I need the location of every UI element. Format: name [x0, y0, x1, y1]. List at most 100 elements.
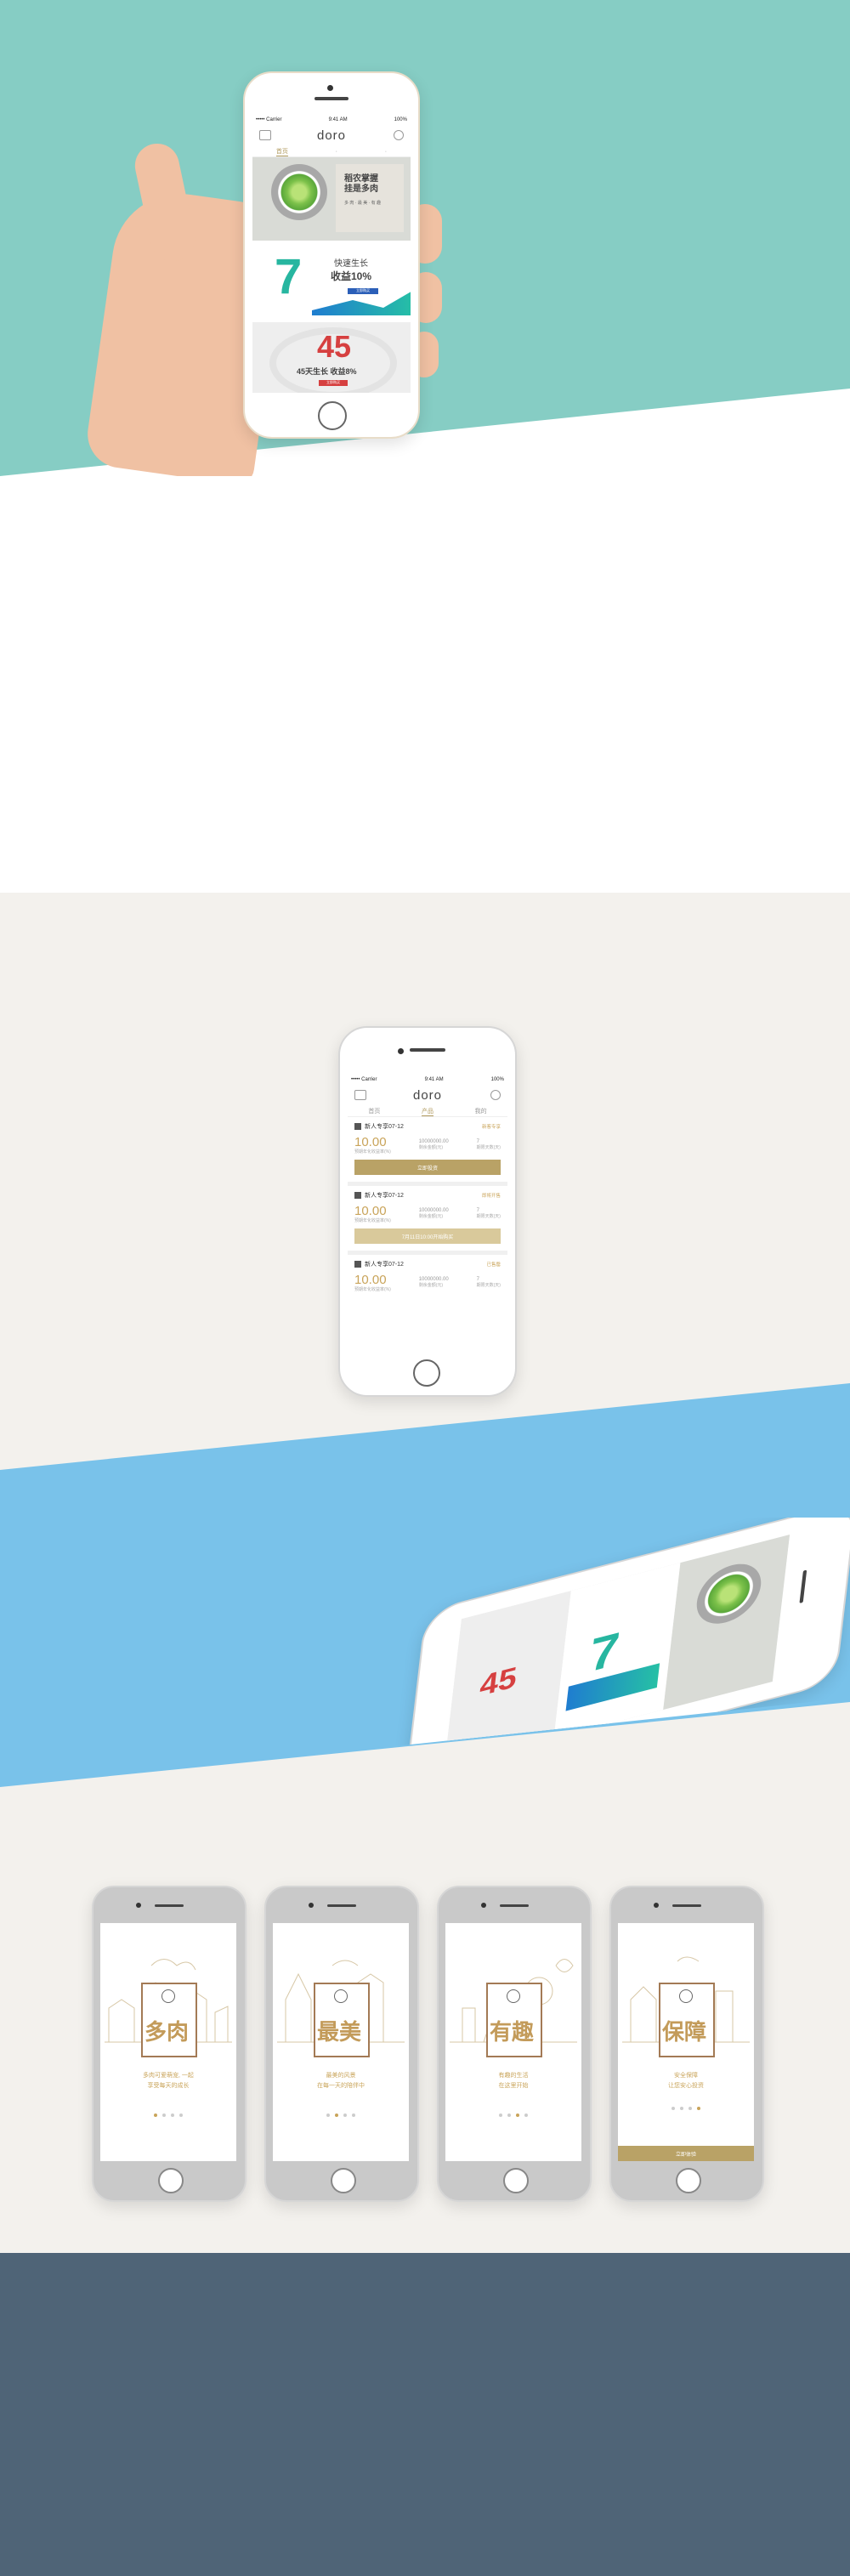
tab-mine[interactable]: ·: [385, 149, 387, 155]
home-button[interactable]: [331, 2168, 356, 2193]
pager-dot[interactable]: [688, 2107, 692, 2110]
product-title-text: 新人专享07-12: [365, 1124, 404, 1130]
banner-7day[interactable]: 7 快速生长 收益10% 立即购买: [252, 241, 411, 322]
product-tag: 新客专享: [481, 1125, 501, 1130]
footer-band: [0, 2253, 850, 2576]
home-button[interactable]: [503, 2168, 529, 2193]
front-camera: [481, 1903, 486, 1908]
onboarding-desc-line1: 安全保障: [674, 2073, 698, 2079]
home-button[interactable]: [318, 401, 347, 430]
front-camera: [654, 1903, 659, 1908]
pager-dot[interactable]: [171, 2114, 174, 2117]
product-card[interactable]: 新人专享07-12 新客专享 10.00 预期年化收益率(%) 10000000.…: [348, 1117, 507, 1186]
tab-home[interactable]: 首页: [368, 1107, 380, 1115]
app-logo: doro: [316, 128, 347, 143]
front-camera: [309, 1903, 314, 1908]
onboarding-word: 有趣: [490, 2020, 535, 2045]
banner3-buy-button[interactable]: 立即购买: [319, 380, 348, 386]
banner2-buy-button[interactable]: 立即购买: [348, 288, 378, 294]
user-icon[interactable]: [490, 1090, 501, 1100]
product-icon: [354, 1261, 361, 1268]
tab-bar: 首页 产品 我的: [348, 1106, 507, 1117]
home-button[interactable]: [413, 1359, 440, 1387]
upcoming-button[interactable]: 7月11日10:00开始购买: [354, 1228, 501, 1244]
product-card[interactable]: 新人专享07-12 已售罄 10.00 预期年化收益率(%) 10000000.0…: [348, 1255, 507, 1299]
banner-45day[interactable]: 45 45天生长 收益8% 立即购买: [252, 322, 411, 393]
product-icon: [354, 1123, 361, 1130]
product-tag: 即将开售: [481, 1194, 501, 1199]
doro-badge-icon: [507, 1989, 520, 2003]
invest-button[interactable]: 立即投资: [354, 1160, 501, 1175]
earpiece: [327, 1904, 356, 1907]
onboarding-desc-line1: 多肉可爱萌宠, 一起: [143, 2073, 194, 2079]
onboarding-desc-line1: 最美的风景: [326, 2073, 356, 2079]
pager-dot[interactable]: [154, 2114, 157, 2117]
pager-dot[interactable]: [162, 2114, 166, 2117]
earpiece: [672, 1904, 701, 1907]
tab-products[interactable]: ·: [336, 149, 337, 155]
doro-badge-icon: [334, 1989, 348, 2003]
earpiece: [500, 1904, 529, 1907]
pager-dot[interactable]: [343, 2114, 347, 2117]
product-amount-label: 剩余金额(元): [418, 1214, 444, 1219]
pager-dot[interactable]: [352, 2114, 355, 2117]
front-camera: [136, 1903, 141, 1908]
mail-icon[interactable]: [354, 1090, 366, 1100]
app-header: doro: [348, 1084, 507, 1106]
front-camera: [327, 85, 333, 91]
pager-dot[interactable]: [179, 2114, 183, 2117]
phone-products-screen: ••••• Carrier 9:41 AM 100% doro 首页 产品 我的…: [348, 1075, 507, 1349]
product-title-text: 新人专享07-12: [365, 1262, 404, 1268]
pager-dot[interactable]: [507, 2114, 511, 2117]
banner2-line2: 收益10%: [331, 270, 372, 282]
product-days-label: 期限天数(天): [476, 1145, 501, 1150]
product-card[interactable]: 新人专享07-12 即将开售 10.00 预期年化收益率(%) 10000000.…: [348, 1186, 507, 1255]
banner2-line1: 快速生长: [334, 259, 368, 269]
front-camera: [398, 1048, 404, 1054]
pager-dot[interactable]: [524, 2114, 528, 2117]
tab-mine[interactable]: 我的: [475, 1107, 487, 1115]
banner1-title-line1: 稻农掌握: [344, 174, 378, 184]
product-rate: 10.00: [354, 1135, 387, 1149]
pager-dot[interactable]: [516, 2114, 519, 2117]
home-button[interactable]: [158, 2168, 184, 2193]
phone-onboarding-2: 最美 最美的风景 在每一天的陪伴中: [264, 1886, 419, 2202]
hero-section: ••••• Carrier 9:41 AM 100% doro 首页 · · 稻…: [0, 0, 850, 476]
onboarding-screen: 多肉 多肉可爱萌宠, 一起 享受每天的成长: [100, 1923, 236, 2161]
tab-home[interactable]: 首页: [275, 147, 288, 156]
banner-succulent[interactable]: 稻农掌握 挂是多肉 多 肉 · 最 美 · 有 趣: [252, 157, 411, 241]
banner1-title-line2: 挂是多肉: [344, 184, 378, 194]
product-stats: 10.00 预期年化收益率(%) 10000000.00 剩余金额(元) 7 期限天数…: [354, 1274, 501, 1292]
product-title: 新人专享07-12: [354, 1122, 501, 1131]
pager-dots: [100, 2114, 236, 2117]
product-stats: 10.00 预期年化收益率(%) 10000000.00 剩余金额(元) 7 期限天数…: [354, 1136, 501, 1155]
status-time: 9:41 AM: [328, 117, 348, 122]
pager-dot[interactable]: [335, 2114, 338, 2117]
pager-dot[interactable]: [326, 2114, 330, 2117]
pager-dots: [445, 2114, 581, 2117]
pager-dot[interactable]: [499, 2114, 502, 2117]
product-days-label: 期限天数(天): [476, 1214, 501, 1219]
user-icon[interactable]: [394, 130, 404, 140]
tilted-banner-succulent: [663, 1535, 790, 1711]
onboarding-screen: 保障 安全保障 让您安心投资 立即体验: [618, 1923, 754, 2161]
onboarding-word: 保障: [662, 2020, 707, 2045]
pager-dots: [618, 2107, 754, 2110]
mail-icon[interactable]: [259, 130, 271, 140]
tab-products[interactable]: 产品: [421, 1107, 434, 1116]
start-button[interactable]: 立即体验: [618, 2146, 754, 2161]
product-tag: 已售罄: [486, 1262, 501, 1268]
pager-dot[interactable]: [672, 2107, 675, 2110]
pager-dot[interactable]: [680, 2107, 683, 2110]
onboarding-word: 多肉: [144, 2020, 190, 2045]
status-bar: ••••• Carrier 9:41 AM 100%: [252, 116, 411, 124]
tilted-banner3-number: 45: [478, 1660, 519, 1703]
product-days-label: 期限天数(天): [476, 1283, 501, 1288]
banner3-line1: 45天生长 收益8%: [297, 367, 357, 376]
tab-bar: 首页 · ·: [252, 146, 411, 157]
phone-home-screen: ••••• Carrier 9:41 AM 100% doro 首页 · · 稻…: [252, 116, 411, 393]
product-icon: [354, 1192, 361, 1199]
pager-dot[interactable]: [697, 2107, 700, 2110]
home-button[interactable]: [676, 2168, 701, 2193]
onboarding-desc-line1: 有趣的生活: [498, 2073, 529, 2079]
